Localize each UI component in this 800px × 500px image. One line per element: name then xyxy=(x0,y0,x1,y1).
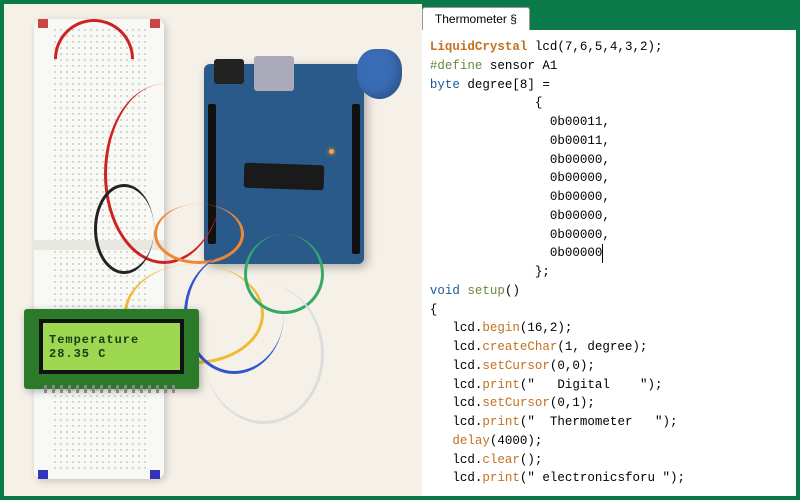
code-token: lcd. xyxy=(430,453,483,467)
code-token: setCursor xyxy=(482,359,550,373)
code-line: { xyxy=(430,96,543,110)
hardware-photo: Temperature 28.35 C xyxy=(4,4,422,496)
code-token: (0,0); xyxy=(550,359,595,373)
code-token: lcd. xyxy=(430,359,483,373)
code-token: print xyxy=(482,471,520,485)
code-line: 0b00011, xyxy=(430,115,610,129)
code-token: lcd. xyxy=(430,321,483,335)
code-token: byte xyxy=(430,78,460,92)
code-line: 0b00000, xyxy=(430,171,610,185)
code-token: begin xyxy=(482,321,520,335)
code-token: (" Digital "); xyxy=(520,378,663,392)
code-token: #define xyxy=(430,59,483,73)
code-token: lcd. xyxy=(430,471,483,485)
code-token: print xyxy=(482,378,520,392)
code-token: setup xyxy=(467,284,505,298)
code-token: degree[8] = xyxy=(460,78,550,92)
code-text[interactable]: LiquidCrystal lcd(7,6,5,4,3,2); #define … xyxy=(422,30,796,496)
lcd-header-pins xyxy=(44,385,179,393)
code-line: 0b00011, xyxy=(430,134,610,148)
arduino-usb-port xyxy=(254,56,294,91)
code-token: (0,1); xyxy=(550,396,595,410)
code-line: 0b00000, xyxy=(430,190,610,204)
jumper-wire-white xyxy=(204,284,324,424)
lcd-screen: Temperature 28.35 C xyxy=(39,319,184,374)
code-token: lcd. xyxy=(430,415,483,429)
code-token: lcd. xyxy=(430,396,483,410)
code-token: lcd. xyxy=(430,340,483,354)
arduino-power-led xyxy=(329,149,334,154)
code-line: { xyxy=(430,303,438,317)
editor-tab-bar: Thermometer § xyxy=(422,4,796,30)
code-token: (); xyxy=(520,453,543,467)
code-token: createChar xyxy=(482,340,557,354)
temperature-sensor xyxy=(357,49,402,99)
tab-thermometer[interactable]: Thermometer § xyxy=(422,7,530,30)
jumper-wire-black xyxy=(94,184,154,274)
code-token: (4000); xyxy=(490,434,543,448)
code-editor: Thermometer § LiquidCrystal lcd(7,6,5,4,… xyxy=(422,4,796,496)
arduino-headers-right xyxy=(352,104,360,254)
code-token: setCursor xyxy=(482,396,550,410)
code-token: LiquidCrystal xyxy=(430,40,528,54)
lcd-line-1: Temperature xyxy=(49,333,174,347)
arduino-microcontroller xyxy=(244,163,325,191)
arduino-power-jack xyxy=(214,59,244,84)
code-token: () xyxy=(505,284,520,298)
code-token: (16,2); xyxy=(520,321,573,335)
code-token: lcd(7,6,5,4,3,2); xyxy=(527,40,662,54)
code-token: delay xyxy=(452,434,490,448)
lcd-line-2: 28.35 C xyxy=(49,347,174,361)
code-line: 0b00000, xyxy=(430,153,610,167)
code-token: void xyxy=(430,284,460,298)
lcd-module: Temperature 28.35 C xyxy=(24,309,199,389)
code-line: }; xyxy=(430,265,550,279)
code-token xyxy=(430,434,453,448)
tab-label: Thermometer § xyxy=(435,12,517,26)
code-token: (" electronicsforu "); xyxy=(520,471,685,485)
code-token: (" Thermometer "); xyxy=(520,415,678,429)
code-token: lcd. xyxy=(430,378,483,392)
code-line: 0b00000, xyxy=(430,209,610,223)
code-token: clear xyxy=(482,453,520,467)
code-token: sensor A1 xyxy=(482,59,557,73)
code-line: 0b00000 xyxy=(430,244,604,263)
code-token: print xyxy=(482,415,520,429)
code-line: 0b00000, xyxy=(430,228,610,242)
code-token: (1, degree); xyxy=(557,340,647,354)
